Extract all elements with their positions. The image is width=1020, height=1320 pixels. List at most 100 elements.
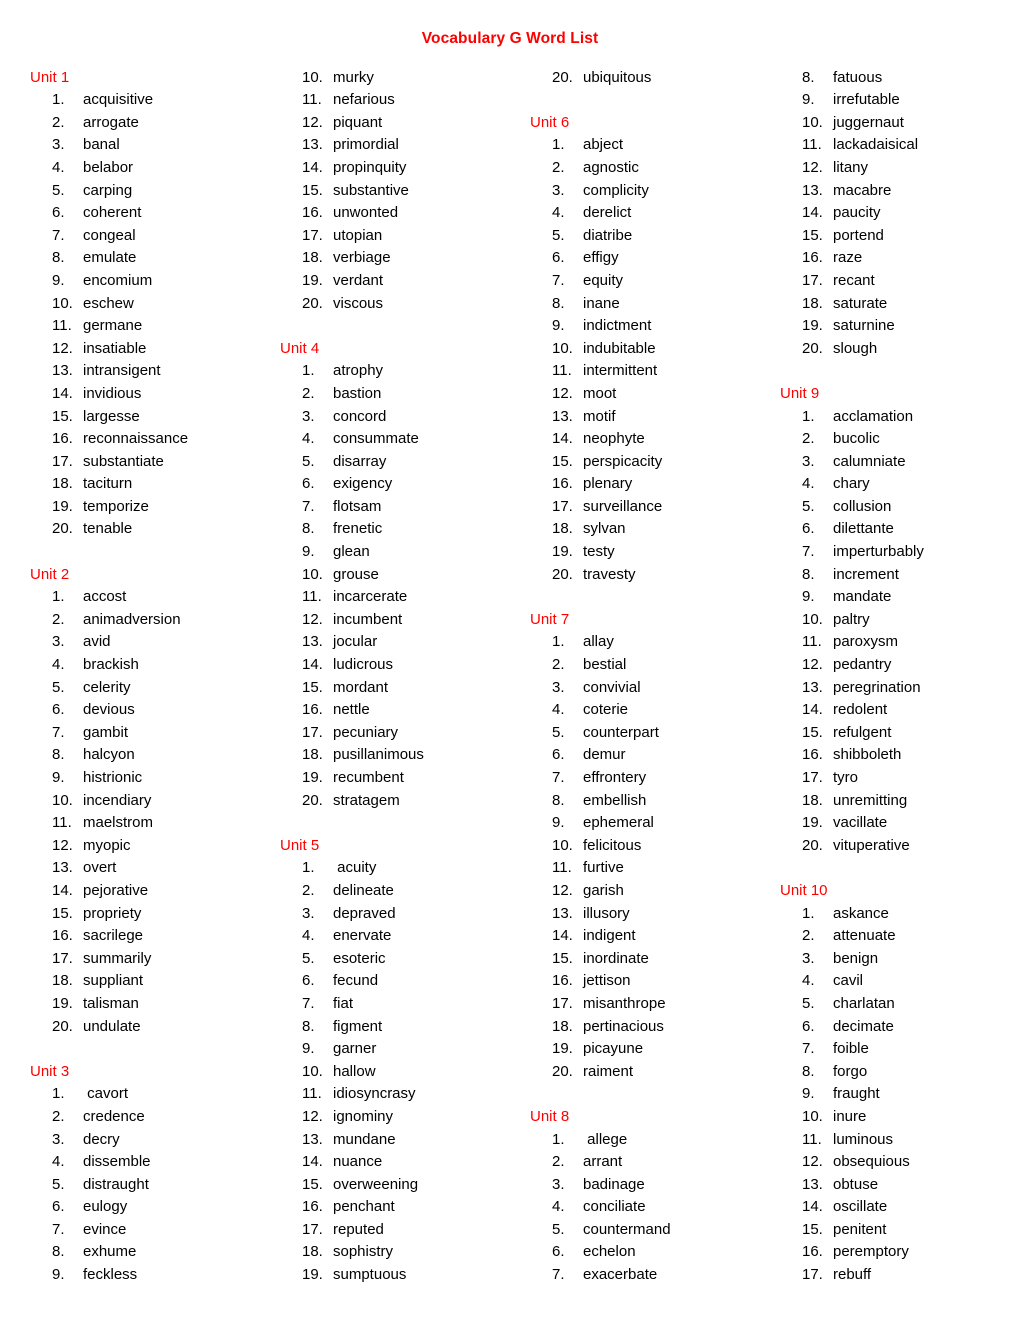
list-item-number: 10. [552,339,573,357]
list-item: 7. evince [16,1219,266,1242]
vocabulary-word: undulate [83,1017,141,1035]
list-item: 18. sophistry [266,1241,516,1264]
list-item: 8. embellish [516,790,766,813]
list-item-number: 10. [302,68,323,86]
list-item-number: 9. [302,543,315,561]
list-item-number: 16. [52,430,73,448]
list-item: 9. garner [266,1038,516,1061]
list-item-number: 5. [52,1175,65,1193]
vocabulary-word: banal [83,136,120,154]
document-page: Vocabulary G Word List Unit 1 1. acquisiti… [0,0,1020,1320]
list-item: 10. murky [266,67,516,90]
list-item-number: 20. [552,565,573,583]
list-item: 1. cavort [16,1083,266,1106]
list-item: 2. bestial [516,654,766,677]
vocabulary-word: recant [833,271,875,289]
vocabulary-word: incumbent [333,610,403,628]
list-item-number: 13. [802,1175,823,1193]
vocabulary-word: delineate [333,881,394,899]
list-item: 16. unwonted [266,202,516,225]
list-item-number: 2. [52,1107,65,1125]
list-item: 1. allay [516,631,766,654]
unit-gap [16,541,266,564]
list-item-number: 2. [52,113,65,131]
list-item: 16. reconnaissance [16,428,266,451]
list-item: 16. jettison [516,970,766,993]
list-item: 4. dissemble [16,1151,266,1174]
list-item: 7. foible [766,1038,1004,1061]
vocabulary-word: gambit [83,723,129,741]
list-item: 13. obtuse [766,1174,1004,1197]
unit-heading: Unit 9 [780,384,820,402]
list-item-number: 16. [802,249,823,267]
list-item-number: 15. [302,181,323,199]
list-item: 10. incendiary [16,790,266,813]
vocabulary-word: histrionic [83,769,143,786]
vocabulary-word: stratagem [333,791,400,809]
list-item: 20. slough [766,338,1004,361]
vocabulary-word: viscous [333,294,384,312]
list-item: 16. sacrilege [16,925,266,948]
list-item-number: 15. [52,904,73,922]
vocabulary-word: picayune [583,1040,644,1058]
list-item-number: 11. [302,1085,322,1103]
vocabulary-word: arrogate [83,113,139,131]
vocabulary-word: nettle [333,701,370,719]
list-item: 10. juggernaut [766,112,1004,135]
list-item-number: 15. [802,1220,823,1238]
list-item: 8. exhume [16,1241,266,1264]
vocabulary-word: utopian [333,226,383,244]
list-item: 9. feckless [16,1264,266,1287]
list-item: 10. inure [766,1106,1004,1129]
vocabulary-word: sophistry [333,1243,394,1261]
vocabulary-word: diatribe [583,226,633,244]
list-item-number: 6. [552,249,565,267]
list-item: 11. maelstrom [16,812,266,835]
list-item-number: 10. [802,610,823,628]
vocabulary-word: exigency [333,475,393,493]
list-item: 4. chary [766,473,1004,496]
list-item: 1. abject [516,134,766,157]
vocabulary-word: raiment [583,1062,634,1080]
list-item: 1. atrophy [266,360,516,383]
list-item-number: 15. [552,452,573,470]
vocabulary-word: verbiage [333,249,391,267]
vocabulary-word: effigy [583,249,619,267]
list-item: 3. depraved [266,903,516,926]
unit-gap [516,1083,766,1106]
list-item: 13. primordial [266,134,516,157]
vocabulary-word: unremitting [833,791,908,809]
vocabulary-word: abject [583,136,624,154]
vocabulary-word: atrophy [333,362,384,380]
list-item: 10. paltry [766,609,1004,632]
vocabulary-word: obsequious [833,1153,910,1171]
list-item-number: 12. [302,113,323,131]
list-item-number: 13. [302,1130,323,1148]
vocabulary-word: peremptory [833,1243,909,1261]
vocabulary-word: saturate [833,294,888,312]
list-item-number: 15. [302,1175,323,1193]
list-item-number: 12. [552,384,573,402]
vocabulary-word: allay [583,633,614,651]
list-item-number: 3. [302,904,315,922]
list-item: 18. verbiage [266,247,516,270]
list-item-number: 4. [552,204,565,222]
vocabulary-word: cavil [833,972,864,990]
vocabulary-word: agnostic [583,158,639,176]
list-item: 7. imperturbably [766,541,1004,564]
unit-heading: Unit 10 [780,881,828,899]
list-item-number: 4. [802,972,815,990]
list-item-number: 10. [802,113,823,131]
list-item-number: 13. [52,859,73,877]
list-item: 7. flotsam [266,496,516,519]
vocabulary-word: redolent [833,701,888,719]
list-item: 19. vacillate [766,812,1004,835]
vocabulary-word: attenuate [833,927,896,945]
list-item: 6. eulogy [16,1196,266,1219]
list-item: 20. raiment [516,1061,766,1084]
list-item-number: 18. [302,746,323,764]
list-item-number: 1. [302,859,315,877]
list-item: 15. perspicacity [516,451,766,474]
list-item: 18. pertinacious [516,1016,766,1039]
list-item-number: 20. [52,1017,73,1035]
